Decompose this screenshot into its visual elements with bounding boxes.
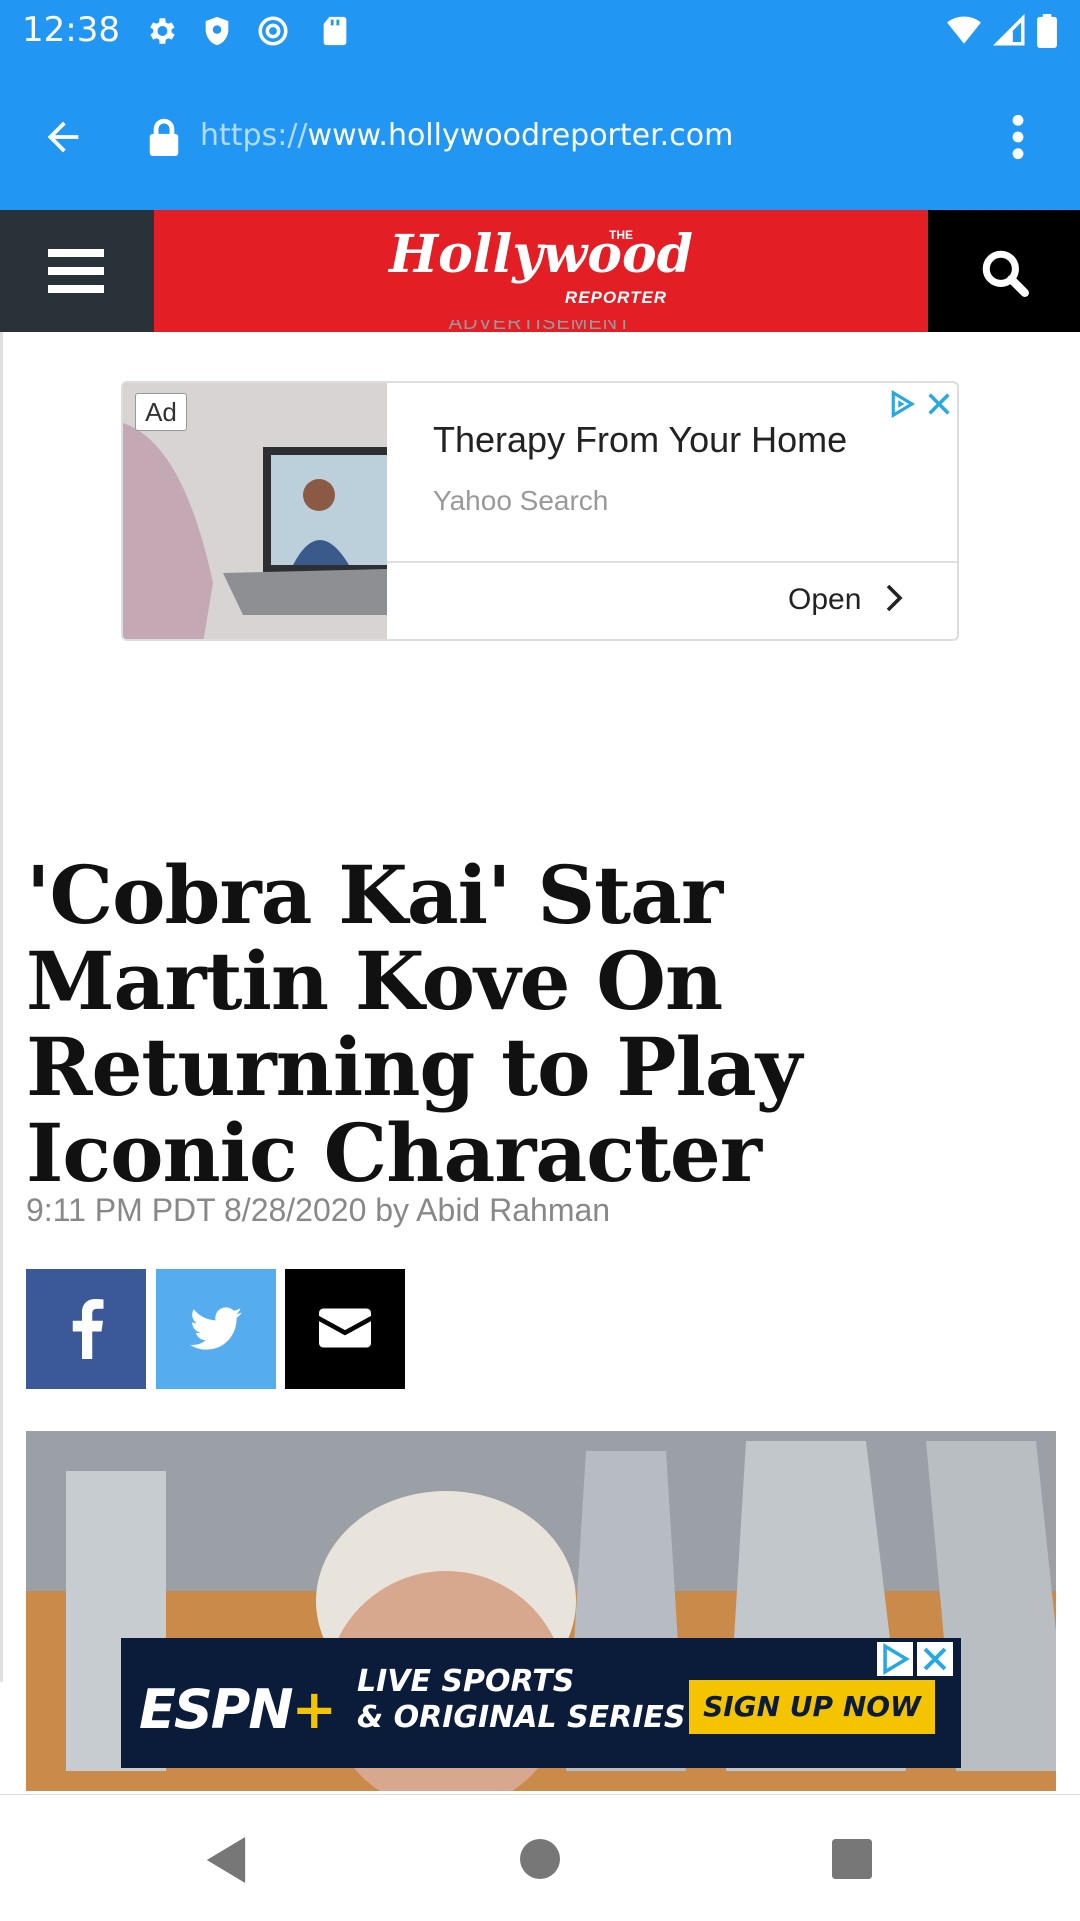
gear-icon xyxy=(150,18,175,44)
sign-up-button[interactable]: SIGN UP NOW xyxy=(689,1680,935,1734)
url-protocol: https:// xyxy=(200,118,308,153)
url-field[interactable]: https://www.hollywoodreporter.com xyxy=(200,118,733,153)
back-arrow-icon[interactable] xyxy=(40,114,86,160)
search-icon xyxy=(982,250,1029,297)
logo-main: Hollywood xyxy=(388,224,694,285)
share-facebook-button[interactable] xyxy=(26,1269,146,1389)
advertisement-label: ADVERTISEMENT xyxy=(0,320,1080,340)
share-twitter-button[interactable] xyxy=(156,1269,276,1389)
more-vertical-icon[interactable] xyxy=(1000,112,1036,162)
back-triangle-icon[interactable] xyxy=(206,1837,246,1883)
close-icon[interactable] xyxy=(925,389,953,419)
site-header: THE Hollywood REPORTER xyxy=(0,210,1080,332)
ad-open-button[interactable]: Open xyxy=(788,583,904,617)
search-button[interactable] xyxy=(928,210,1080,332)
share-email-button[interactable] xyxy=(285,1269,405,1389)
banner-ad-text: LIVE SPORTS & ORIGINAL SERIES xyxy=(357,1664,686,1736)
site-logo[interactable]: THE Hollywood REPORTER xyxy=(154,210,928,332)
status-bar: 12:38 xyxy=(0,0,1080,64)
adchoices-icon[interactable] xyxy=(887,389,917,419)
system-nav-bar xyxy=(0,1794,1080,1921)
browser-toolbar: https://www.hollywoodreporter.com xyxy=(0,64,1080,210)
page-edge-divider xyxy=(0,332,3,1682)
close-icon[interactable] xyxy=(917,1642,953,1676)
advertisement-label-text: ADVERTISEMENT xyxy=(448,320,632,334)
article-byline: 9:11 PM PDT 8/28/2020 by Abid Rahman xyxy=(26,1192,611,1228)
lock-icon xyxy=(149,118,179,156)
adchoices-icon[interactable] xyxy=(877,1642,913,1676)
facebook-icon xyxy=(72,1299,104,1359)
url-host: www.hollywoodreporter.com xyxy=(307,118,734,153)
hamburger-menu-icon xyxy=(48,249,104,293)
signal-icon xyxy=(992,14,1025,46)
banner-ad-line2: & ORIGINAL SERIES xyxy=(357,1700,686,1735)
status-time: 12:38 xyxy=(22,10,120,50)
espn-logo-text: ESPN xyxy=(139,1678,294,1741)
ad-divider xyxy=(387,561,957,563)
ad-title[interactable]: Therapy From Your Home xyxy=(433,419,847,461)
espn-logo-plus: + xyxy=(291,1678,337,1741)
ad-open-label: Open xyxy=(788,583,862,616)
sd-card-icon xyxy=(323,16,347,46)
chevron-right-icon xyxy=(886,584,903,612)
battery-icon xyxy=(1037,14,1057,48)
banner-ad-line1: LIVE SPORTS xyxy=(357,1664,575,1699)
ad-source: Yahoo Search xyxy=(433,485,609,516)
ad-card[interactable]: Ad Therapy From Your Home Yahoo Search O… xyxy=(121,381,959,641)
banner-ad[interactable]: ESPN+ LIVE SPORTS & ORIGINAL SERIES SIGN… xyxy=(121,1638,961,1768)
shield-icon xyxy=(205,16,229,46)
at-sign-icon xyxy=(258,16,288,46)
espn-logo: ESPN+ xyxy=(139,1678,337,1741)
email-icon xyxy=(319,1308,371,1348)
ad-image[interactable]: Ad xyxy=(123,383,387,639)
wifi-icon xyxy=(947,16,981,44)
home-circle-icon[interactable] xyxy=(520,1839,560,1879)
menu-button[interactable] xyxy=(0,210,154,332)
twitter-icon xyxy=(190,1307,242,1350)
logo-reporter: REPORTER xyxy=(564,288,668,307)
article-headline: 'Cobra Kai' Star Martin Kove On Returnin… xyxy=(26,848,802,1200)
recents-square-icon[interactable] xyxy=(832,1839,872,1879)
ad-badge: Ad xyxy=(135,393,187,431)
